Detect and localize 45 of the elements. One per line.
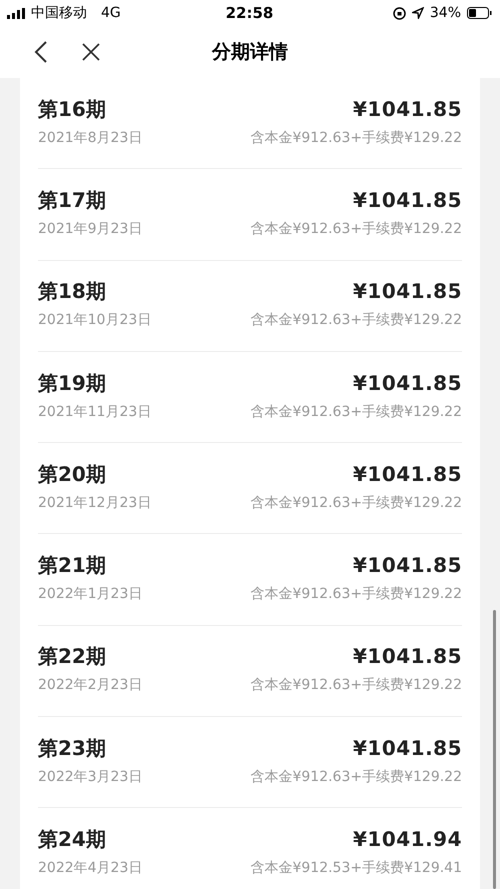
amount: ¥1041.85: [352, 553, 462, 578]
amount: ¥1041.85: [352, 279, 462, 304]
period-label: 第22期: [38, 643, 106, 670]
location-icon: [412, 7, 424, 19]
period-label: 第17期: [38, 186, 106, 214]
page-title: 分期详情: [212, 40, 288, 65]
amount: ¥1041.85: [352, 370, 462, 395]
amount: ¥1041.85: [352, 188, 462, 212]
due-date: 2021年8月23日: [38, 128, 142, 147]
period-label: 第21期: [38, 552, 106, 580]
rotation-lock-icon: [392, 6, 406, 20]
amount: ¥1041.85: [352, 736, 462, 760]
amount-breakdown: 含本金¥912.63+手续费¥129.22: [250, 768, 462, 786]
due-date: 2021年9月23日: [38, 220, 142, 238]
due-date: 2021年11月23日: [38, 402, 152, 421]
amount: ¥1041.94: [352, 827, 462, 852]
amount-breakdown: 含本金¥912.63+手续费¥129.22: [250, 128, 462, 147]
amount: ¥1041.85: [352, 462, 462, 486]
amount-breakdown: 含本金¥912.63+手续费¥129.22: [250, 402, 462, 421]
amount: ¥1041.85: [352, 644, 462, 668]
period-label: 第18期: [38, 278, 106, 306]
period-label: 第20期: [38, 460, 106, 488]
clock-time: 22:58: [226, 4, 274, 22]
amount-breakdown: 含本金¥912.53+手续费¥129.41: [250, 859, 462, 878]
period-label: 第19期: [38, 370, 106, 397]
amount-breakdown: 含本金¥912.63+手续费¥129.22: [250, 676, 462, 694]
amount-breakdown: 含本金¥912.63+手续费¥129.22: [250, 311, 462, 330]
due-date: 2022年3月23日: [38, 768, 142, 786]
network-type: 4G: [101, 5, 121, 21]
due-date: 2022年1月23日: [38, 585, 142, 604]
battery-icon: [467, 7, 492, 19]
due-date: 2022年2月23日: [38, 676, 142, 694]
signal-icon: [7, 8, 25, 18]
period-label: 第16期: [38, 96, 106, 123]
period-label: 第23期: [38, 734, 106, 762]
due-date: 2021年12月23日: [38, 494, 152, 512]
amount-breakdown: 含本金¥912.63+手续费¥129.22: [250, 494, 462, 512]
amount-breakdown: 含本金¥912.63+手续费¥129.22: [250, 220, 462, 238]
battery-percent: 34%: [430, 5, 461, 21]
due-date: 2021年10月23日: [38, 311, 152, 330]
amount: ¥1041.85: [352, 96, 462, 121]
amount-breakdown: 含本金¥912.63+手续费¥129.22: [250, 585, 462, 604]
carrier-name: 中国移动: [31, 4, 87, 22]
period-label: 第24期: [38, 826, 106, 854]
due-date: 2022年4月23日: [38, 859, 142, 878]
